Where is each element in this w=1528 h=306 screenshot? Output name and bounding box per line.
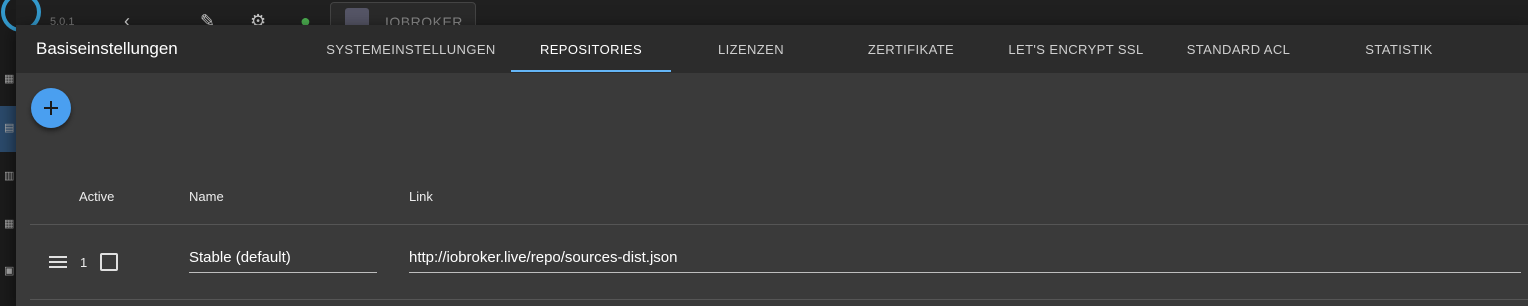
drag-handle-icon[interactable] (49, 255, 67, 274)
tab-repositories[interactable]: REPOSITORIES (511, 25, 671, 73)
dialog-header: Basiseinstellungen SYSTEMEINSTELLUNGEN R… (16, 25, 1528, 73)
grid-icon[interactable]: ▦ (4, 73, 16, 85)
settings-dialog: Basiseinstellungen SYSTEMEINSTELLUNGEN R… (16, 25, 1528, 306)
tab-statistik[interactable]: STATISTIK (1316, 25, 1482, 73)
active-checkbox[interactable] (100, 253, 118, 271)
tab-systemeinstellungen[interactable]: SYSTEMEINSTELLUNGEN (316, 25, 506, 73)
dialog-title: Basiseinstellungen (36, 39, 178, 58)
active-tab-indicator (511, 70, 671, 72)
grid-icon[interactable]: ▦ (4, 218, 16, 230)
row-index: 1 (80, 255, 88, 270)
tab-lizenzen[interactable]: LIZENZEN (671, 25, 831, 73)
tab-zertifikate[interactable]: ZERTIFIKATE (831, 25, 991, 73)
repository-name-field[interactable]: Stable (default) (189, 245, 377, 273)
list-icon[interactable]: ▥ (4, 170, 16, 182)
column-header-link: Link (409, 189, 433, 204)
tab-lets-encrypt-ssl[interactable]: LET'S ENCRYPT SSL (991, 25, 1161, 73)
row-divider (30, 299, 1528, 300)
repository-link-field[interactable]: http://iobroker.live/repo/sources-dist.j… (409, 245, 1521, 273)
tab-standard-acl[interactable]: STANDARD ACL (1161, 25, 1316, 73)
image-icon[interactable]: ▣ (4, 265, 16, 277)
column-header-name: Name (189, 189, 224, 204)
add-repository-button[interactable] (31, 88, 71, 128)
store-icon[interactable]: ▤ (4, 122, 16, 134)
header-divider (30, 224, 1528, 225)
plus-icon (44, 101, 58, 115)
column-header-active: Active (79, 189, 115, 204)
background-sidebar (0, 0, 16, 306)
